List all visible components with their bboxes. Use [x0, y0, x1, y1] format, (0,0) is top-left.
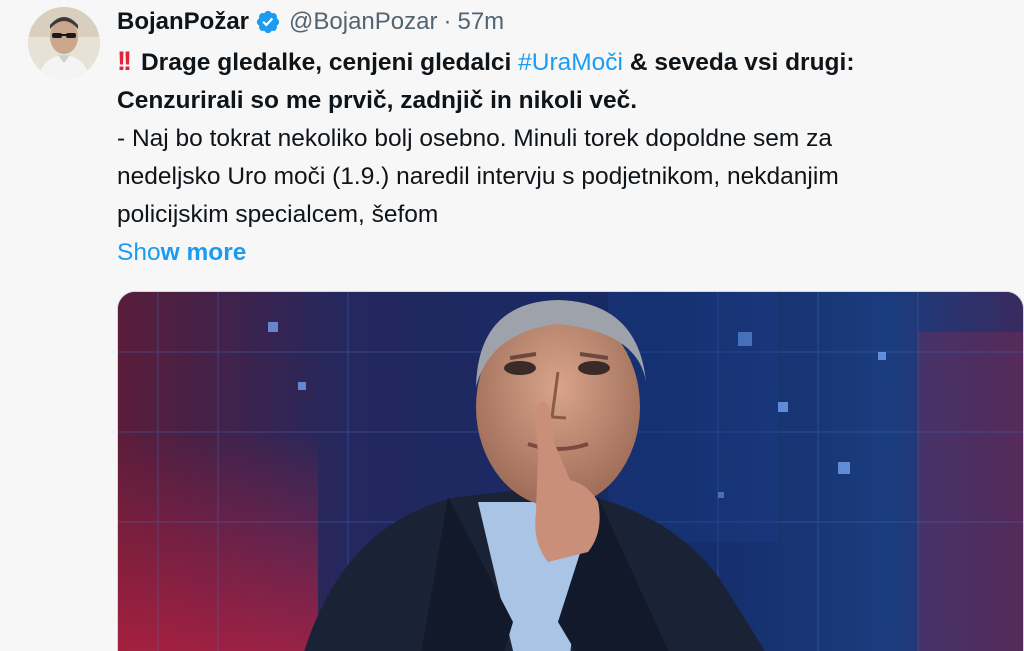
tweet-text-line-4: nedeljsko Uro moči (1.9.) naredil interv… — [117, 163, 839, 190]
tweet-text-line-5: policijskim specialcem, šefom — [117, 201, 439, 228]
avatar-image — [28, 7, 100, 79]
tweet-media-image[interactable] — [117, 291, 1024, 651]
avatar[interactable] — [28, 7, 100, 79]
verified-badge-icon[interactable] — [255, 9, 281, 35]
tweet-timestamp[interactable]: 57m — [457, 8, 504, 36]
tweet-text-line-3: - Naj bo tokrat nekoliko bolj osebno. Mi… — [117, 125, 832, 152]
promo-image — [118, 292, 1023, 651]
show-more-label-part2: w more — [160, 239, 247, 266]
show-more-label-part1: Sho — [117, 239, 161, 266]
double-exclamation-icon: !! — [117, 46, 132, 76]
tweet-text-line-1: !! Drage gledalke, cenjeni gledalci #UraM… — [117, 42, 1007, 82]
author-handle[interactable]: @BojanPozar — [289, 8, 437, 36]
tweet-header: BojanPožar @BojanPozar · 57m — [117, 4, 504, 40]
tweet-text-line-1-post: & seveda vsi drugi: — [629, 49, 855, 76]
show-more-link[interactable]: Show more — [117, 234, 1007, 272]
header-separator: · — [443, 8, 452, 35]
tweet-card[interactable]: BojanPožar @BojanPozar · 57m !! Drage gle… — [0, 0, 1024, 651]
tweet-text-line-1-pre: Drage gledalke, cenjeni gledalci — [140, 49, 512, 76]
author-display-name[interactable]: BojanPožar — [117, 8, 249, 36]
hashtag-link[interactable]: #UraMoči — [518, 49, 623, 76]
tweet-text: !! Drage gledalke, cenjeni gledalci #UraM… — [117, 42, 1007, 272]
tweet-text-line-2: Cenzurirali so me prvič, zadnjič in niko… — [117, 87, 638, 114]
